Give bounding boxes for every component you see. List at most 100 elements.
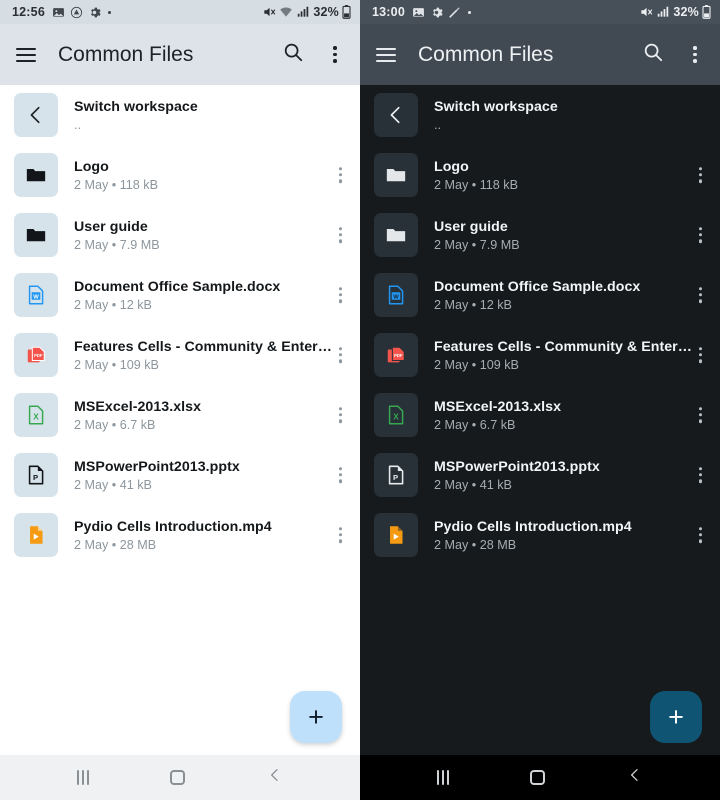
list-item-meta: 2 May • 7.9 MB [434, 237, 520, 252]
list-item-text: Features Cells - Community & Enterpr… 2 … [74, 339, 348, 372]
add-button[interactable]: + [290, 691, 342, 743]
row-overflow-icon[interactable] [695, 521, 706, 549]
excel-icon: X [374, 393, 418, 437]
list-item-meta: .. [434, 117, 441, 132]
list-item[interactable]: Switch workspace .. [360, 85, 720, 145]
list-item[interactable]: PDF Features Cells - Community & Enterpr… [0, 325, 360, 385]
battery-icon [702, 5, 711, 19]
hamburger-icon[interactable] [376, 47, 396, 62]
list-item-meta: 2 May • 118 kB [74, 177, 158, 192]
search-icon[interactable] [282, 41, 304, 68]
page-title: Common Files [418, 42, 554, 66]
list-item[interactable]: P MSPowerPoint2013.pptx 2 May • 41 kB [360, 445, 720, 505]
dot-icon [106, 9, 113, 16]
list-item-text: Switch workspace .. [74, 99, 348, 132]
list-item[interactable]: PDF Features Cells - Community & Enterpr… [360, 325, 720, 385]
list-item[interactable]: Logo 2 May • 118 kB [0, 145, 360, 205]
system-nav-bar [360, 755, 720, 800]
row-overflow-icon[interactable] [335, 521, 346, 549]
search-icon[interactable] [642, 41, 664, 68]
app-bar-actions [282, 41, 344, 68]
row-overflow-icon[interactable] [695, 281, 706, 309]
list-item[interactable]: Switch workspace .. [0, 85, 360, 145]
phone-dark-theme: 13:00 32% Common Files Switch workspace … [360, 0, 720, 800]
back-icon[interactable] [267, 767, 283, 788]
hamburger-icon[interactable] [16, 47, 36, 62]
status-bar: 12:56 32% [0, 0, 360, 24]
folder-icon [374, 153, 418, 197]
image-icon [52, 6, 65, 19]
status-bar-right: 32% [639, 5, 711, 19]
list-item-meta: 2 May • 12 kB [74, 297, 152, 312]
row-overflow-icon[interactable] [335, 341, 346, 369]
pdf-icon: PDF [374, 333, 418, 377]
signal-icon [296, 5, 310, 19]
row-overflow-icon[interactable] [695, 341, 706, 369]
list-item-name: User guide [434, 218, 508, 235]
battery-icon [342, 5, 351, 19]
list-item-text: MSPowerPoint2013.pptx 2 May • 41 kB [434, 459, 708, 492]
row-overflow-icon[interactable] [335, 401, 346, 429]
powerpoint-icon: P [374, 453, 418, 497]
row-overflow-icon[interactable] [335, 281, 346, 309]
pdf-icon: PDF [14, 333, 58, 377]
list-item[interactable]: X MSExcel-2013.xlsx 2 May • 6.7 kB [0, 385, 360, 445]
list-item[interactable]: User guide 2 May • 7.9 MB [0, 205, 360, 265]
list-item-meta: 2 May • 41 kB [74, 477, 152, 492]
list-item-text: Pydio Cells Introduction.mp4 2 May • 28 … [434, 519, 708, 552]
row-overflow-icon[interactable] [335, 461, 346, 489]
list-item[interactable]: X MSExcel-2013.xlsx 2 May • 6.7 kB [360, 385, 720, 445]
list-item-meta: .. [74, 117, 81, 132]
list-item-name: Document Office Sample.docx [434, 278, 641, 295]
list-item[interactable]: Pydio Cells Introduction.mp4 2 May • 28 … [0, 505, 360, 565]
list-item[interactable]: Pydio Cells Introduction.mp4 2 May • 28 … [360, 505, 720, 565]
row-overflow-icon[interactable] [695, 401, 706, 429]
list-item-text: MSExcel-2013.xlsx 2 May • 6.7 kB [434, 399, 708, 432]
list-item-name: MSExcel-2013.xlsx [74, 398, 202, 415]
svg-text:PDF: PDF [34, 353, 43, 358]
list-item[interactable]: Logo 2 May • 118 kB [360, 145, 720, 205]
svg-text:W: W [393, 294, 399, 300]
list-item-meta: 2 May • 118 kB [434, 177, 518, 192]
row-overflow-icon[interactable] [335, 221, 346, 249]
list-item-text: Logo 2 May • 118 kB [74, 159, 348, 192]
list-item[interactable]: User guide 2 May • 7.9 MB [360, 205, 720, 265]
list-item-text: User guide 2 May • 7.9 MB [434, 219, 708, 252]
kebab-icon[interactable] [686, 46, 704, 63]
svg-text:X: X [393, 413, 399, 422]
signal-icon [656, 5, 670, 19]
home-icon[interactable] [530, 770, 546, 785]
row-overflow-icon[interactable] [335, 161, 346, 189]
image-icon [412, 6, 425, 19]
file-list[interactable]: Switch workspace .. Logo 2 May • 118 kB [360, 85, 720, 755]
video-icon [14, 513, 58, 557]
list-item[interactable]: P MSPowerPoint2013.pptx 2 May • 41 kB [0, 445, 360, 505]
status-clock: 12:56 [12, 5, 45, 19]
recents-icon[interactable] [76, 770, 89, 785]
list-item-name: MSExcel-2013.xlsx [434, 398, 562, 415]
list-item-name: MSPowerPoint2013.pptx [74, 458, 240, 475]
list-item-text: Document Office Sample.docx 2 May • 12 k… [74, 279, 348, 312]
file-list[interactable]: Switch workspace .. Logo 2 May • 118 kB [0, 85, 360, 755]
list-item-meta: 2 May • 109 kB [434, 357, 519, 372]
mute-icon [262, 5, 276, 19]
list-item[interactable]: W Document Office Sample.docx 2 May • 12… [360, 265, 720, 325]
back-icon[interactable] [627, 767, 643, 788]
list-item-text: Switch workspace .. [434, 99, 708, 132]
mute-icon [639, 5, 653, 19]
drive-icon [70, 6, 83, 19]
row-overflow-icon[interactable] [695, 221, 706, 249]
kebab-icon[interactable] [326, 46, 344, 63]
back-chevron-icon [14, 93, 58, 137]
list-item-meta: 2 May • 109 kB [74, 357, 159, 372]
recents-icon[interactable] [436, 770, 449, 785]
battery-percent: 32% [673, 5, 699, 19]
row-overflow-icon[interactable] [695, 461, 706, 489]
row-overflow-icon[interactable] [695, 161, 706, 189]
status-bar-right: 32% [262, 5, 351, 19]
home-icon[interactable] [170, 770, 186, 785]
list-item-text: User guide 2 May • 7.9 MB [74, 219, 348, 252]
list-item[interactable]: W Document Office Sample.docx 2 May • 12… [0, 265, 360, 325]
page-title: Common Files [58, 42, 194, 66]
add-button[interactable]: + [650, 691, 702, 743]
